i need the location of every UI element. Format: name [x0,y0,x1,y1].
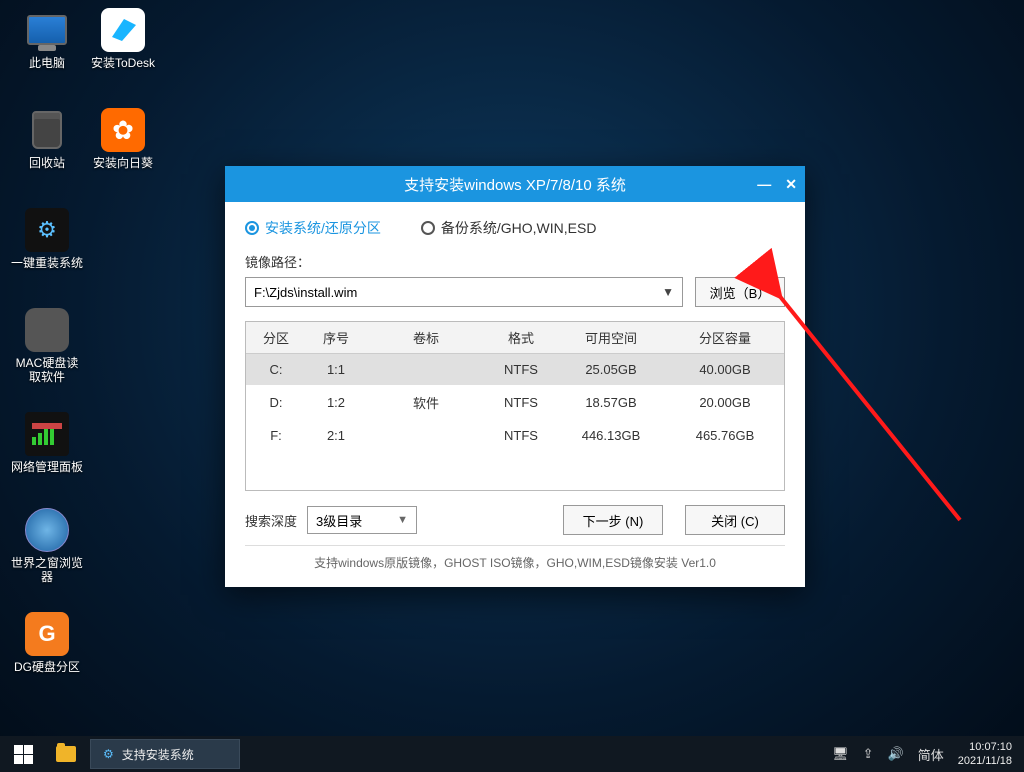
support-text: 支持windows原版镜像，GHOST ISO镜像，GHO,WIM,ESD镜像安… [245,545,785,583]
desktop-icon-mac-disk[interactable]: MAC硬盘读取软件 [10,308,84,384]
desktop-icon-label: MAC硬盘读取软件 [10,356,84,384]
windows-logo-icon [14,745,33,764]
apple-icon [25,308,69,352]
partition-table: 分区 序号 卷标 格式 可用空间 分区容量 C: 1:1 NTFS 25.05 [245,321,785,491]
radio-label: 备份系统/GHO,WIN,ESD [441,218,597,238]
radio-label: 安装系统/还原分区 [265,218,381,238]
col-capacity: 分区容量 [666,322,784,354]
taskbar-time: 10:07:10 [958,740,1012,754]
desktop-icon-label: 此电脑 [10,56,84,70]
titlebar[interactable]: 支持安装windows XP/7/8/10 系统 — ✕ [225,166,805,202]
col-partition: 分区 [246,322,306,354]
col-sequence: 序号 [306,322,366,354]
desktop-icon-network-panel[interactable]: 网络管理面板 [10,412,84,474]
dropdown-arrow-icon[interactable]: ▼ [662,285,674,299]
taskbar-date: 2021/11/18 [958,754,1012,768]
minimize-button[interactable]: — [757,176,771,192]
window-title: 支持安装windows XP/7/8/10 系统 [404,174,626,195]
desktop-icon-label: DG硬盘分区 [10,660,84,674]
desktop-icon-browser[interactable]: 世界之窗浏览器 [10,508,84,584]
search-depth-label: 搜索深度 [245,511,297,530]
todesk-icon [101,8,145,52]
desktop-icon-sunflower[interactable]: ✿ 安装向日葵 [86,108,160,170]
desktop-icon-label: 安装向日葵 [86,156,160,170]
ime-indicator[interactable]: 简体 [918,745,944,764]
browse-button[interactable]: 浏览（B） [695,277,785,307]
desktop-icon-todesk[interactable]: 安装ToDesk [86,8,160,70]
search-depth-select[interactable]: 3级目录 ▼ [307,506,417,534]
radio-dot-icon [421,221,435,235]
desktop-icon-label: 世界之窗浏览器 [10,556,84,584]
search-depth-value: 3级目录 [316,511,362,530]
image-path-input[interactable]: F:\Zjds\install.wim ▼ [245,277,683,307]
image-path-label: 镜像路径： [245,252,785,271]
system-tray: 🖥 ⇪ 🔊 简体 10:07:10 2021/11/18 [832,740,1024,768]
desktop-icon-label: 一键重装系统 [10,256,84,270]
table-row[interactable]: C: 1:1 NTFS 25.05GB 40.00GB [246,354,784,386]
taskbar-file-explorer[interactable] [46,736,86,772]
image-path-value: F:\Zjds\install.wim [254,285,357,300]
close-dialog-button[interactable]: 关闭 (C) [685,505,785,535]
dropdown-arrow-icon: ▼ [397,514,408,526]
taskbar-active-app[interactable]: ⚙ 支持安装系统 [90,739,240,769]
desktop-icon-dg-partition[interactable]: G DG硬盘分区 [10,612,84,674]
radio-backup[interactable]: 备份系统/GHO,WIN,ESD [421,218,597,238]
network-tray-icon[interactable]: 🖥 [832,746,849,762]
dg-icon: G [25,612,69,656]
radio-dot-icon [245,221,259,235]
globe-icon [25,508,69,552]
col-volume: 卷标 [366,322,486,354]
close-button[interactable]: ✕ [785,176,797,193]
volume-tray-icon[interactable]: 🔊 [888,746,904,762]
radio-install-restore[interactable]: 安装系统/还原分区 [245,218,381,238]
install-dialog: 支持安装windows XP/7/8/10 系统 — ✕ 安装系统/还原分区 备… [225,166,805,587]
taskbar: ⚙ 支持安装系统 🖥 ⇪ 🔊 简体 10:07:10 2021/11/18 [0,736,1024,772]
next-button[interactable]: 下一步 (N) [563,505,663,535]
table-row[interactable]: D: 1:2 软件 NTFS 18.57GB 20.00GB [246,385,784,420]
desktop-icon-label: 回收站 [10,156,84,170]
start-button[interactable] [0,736,46,772]
taskbar-app-title: 支持安装系统 [122,746,194,763]
gear-icon: ⚙ [103,747,114,761]
col-format: 格式 [486,322,556,354]
usb-tray-icon[interactable]: ⇪ [863,746,874,762]
sunflower-icon: ✿ [101,108,145,152]
desktop-icon-label: 网络管理面板 [10,460,84,474]
pc-icon [27,15,67,45]
network-icon [25,412,69,456]
col-free: 可用空间 [556,322,666,354]
table-row[interactable]: F: 2:1 NTFS 446.13GB 465.76GB [246,420,784,451]
desktop-icon-this-pc[interactable]: 此电脑 [10,8,84,70]
desktop-icon-recycle-bin[interactable]: 回收站 [10,108,84,170]
desktop-icon-label: 安装ToDesk [86,56,160,70]
folder-icon [56,746,76,762]
gear-icon: ⚙ [25,208,69,252]
desktop-icon-reinstall[interactable]: ⚙ 一键重装系统 [10,208,84,270]
taskbar-clock[interactable]: 10:07:10 2021/11/18 [958,740,1012,768]
bin-icon [32,111,62,149]
